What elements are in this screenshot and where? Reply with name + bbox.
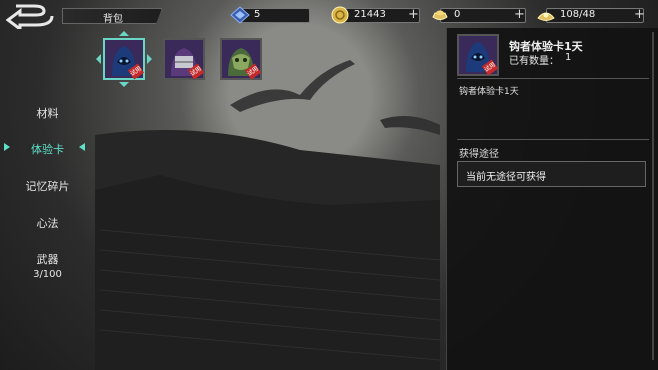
gold-coin-icon [331,6,349,24]
page-title: 背包 [103,14,123,25]
add-coins-button[interactable]: + [408,8,419,22]
divider [457,139,649,140]
detail-item-icon: 试用 [457,34,499,76]
source-text: 当前无途径可获得 [466,172,546,183]
detail-owned-value: 1 [565,52,572,63]
nav-item-label: 材料 [36,107,59,120]
detail-owned-label: 已有数量： [509,56,559,67]
resource-ingots: 0 + [430,6,528,24]
resource-stamina-value: 108/48 [560,9,596,20]
back-arrow-icon [5,4,54,32]
nav-item-materials[interactable]: 材料 [0,105,95,121]
source-entry: 当前无途径可获得 [457,161,646,187]
nav-item-label: 心法 [36,217,59,230]
page-title-bar: 背包 [62,8,162,24]
panel-scrollbar[interactable] [652,32,654,360]
item-slot-purple-masked[interactable]: 试用 [163,38,205,80]
item-slot-green-masked[interactable]: 试用 [220,38,262,80]
detail-description: 钩者体验卡1天 [459,87,519,97]
nav-item-weapons[interactable]: 武器 3/100 [0,251,95,280]
selected-arrow-right-icon [79,143,85,151]
nav-item-mind-methods[interactable]: 心法 [0,215,95,231]
weapon-count: 3/100 [33,269,62,280]
nav-item-label: 体验卡 [31,143,64,156]
add-ingots-button[interactable]: + [514,8,525,22]
resource-stamina: 108/48 + [536,6,646,24]
resource-gems-value: 5 [254,9,261,20]
add-stamina-button[interactable]: + [634,8,645,22]
selection-indicator [96,31,152,87]
stamina-icon [537,12,555,21]
resource-gems: 5 [230,6,310,24]
ingot-icon [432,10,448,20]
blue-gem-icon [230,6,250,24]
resource-ingots-value: 0 [454,9,461,20]
nav-item-trial-cards[interactable]: 体验卡 [0,141,95,157]
nav-item-memory-fragments[interactable]: 记忆碎片 [0,178,95,194]
source-title: 获得途径 [459,149,499,160]
resource-coins-value: 21443 [354,9,386,20]
selected-arrow-left-icon [4,143,10,151]
nav-item-label: 武器 [36,253,59,266]
item-detail-panel: 试用 钩者体验卡1天 已有数量： 1 钩者体验卡1天 获得途径 当前无途径可获得 [446,28,658,370]
divider [457,78,649,79]
back-button[interactable] [5,3,56,32]
resource-coins: 21443 + [330,6,422,24]
nav-item-label: 记忆碎片 [25,180,70,193]
